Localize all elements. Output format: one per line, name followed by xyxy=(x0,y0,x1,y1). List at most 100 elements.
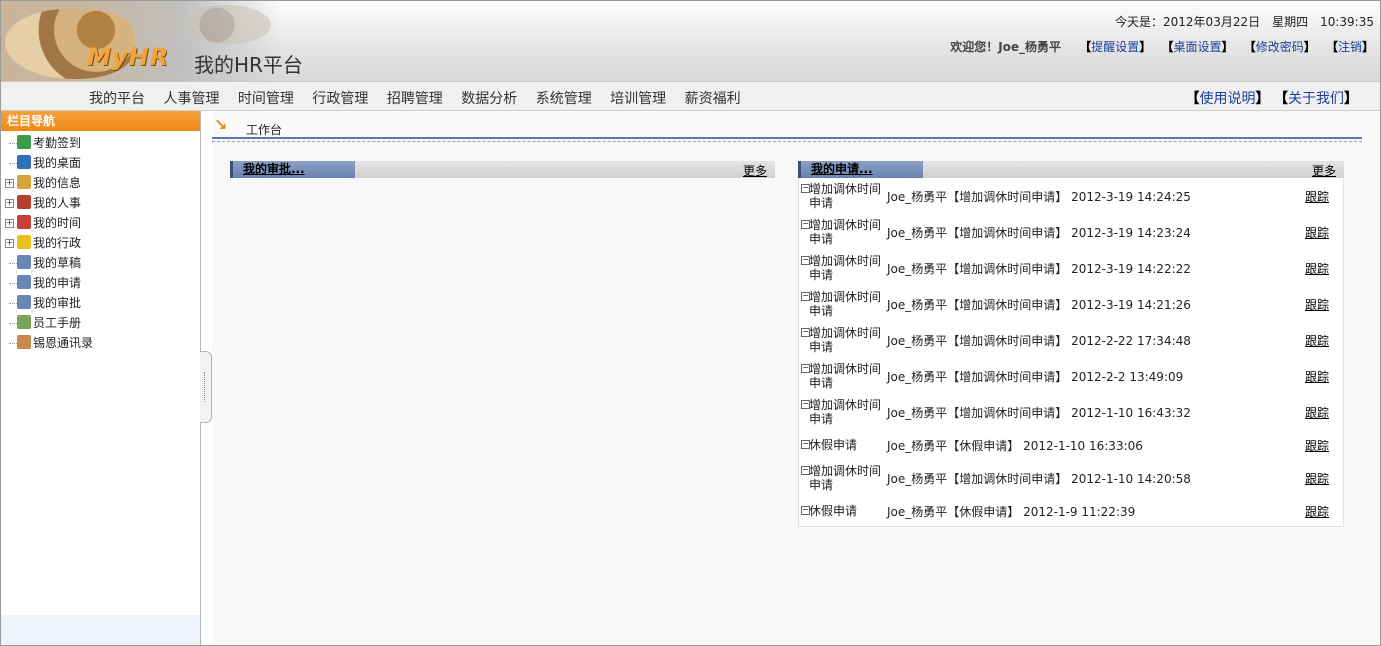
menu-analytics[interactable]: 数据分析 xyxy=(461,91,517,107)
collapse-icon: − xyxy=(801,465,810,475)
expand-icon[interactable]: + xyxy=(5,239,14,248)
tree-connector xyxy=(9,283,17,284)
track-link[interactable]: 跟踪 xyxy=(1305,437,1343,454)
about-link[interactable]: 【关于我们】 xyxy=(1274,91,1358,107)
reminder-settings-link[interactable]: 【提醒设置】 xyxy=(1079,40,1151,54)
application-summary: Joe_杨勇平【增加调休时间申请】 2012-3-19 14:22:22 xyxy=(887,261,1191,276)
application-summary: Joe_杨勇平【休假申请】 2012-1-9 11:22:39 xyxy=(887,504,1136,519)
collapse-icon: − xyxy=(801,255,810,265)
sidebar-item-label: 我的草稿 xyxy=(33,256,82,270)
document-icon xyxy=(17,295,31,309)
collapse-icon: − xyxy=(801,363,810,373)
sidebar-item[interactable]: + 我的行政 xyxy=(1,233,200,253)
sidebar-item[interactable]: + 我的时间 xyxy=(1,213,200,233)
application-type-label: 增加调休时间申请 xyxy=(809,218,882,246)
change-password-link[interactable]: 【修改密码】 xyxy=(1244,40,1316,54)
star-icon xyxy=(17,235,31,249)
list-item: − 休假申请 Joe_杨勇平【休假申请】 2012-1-10 16:33:06 跟踪 xyxy=(799,430,1343,460)
applications-more-link[interactable]: 更多 xyxy=(1312,162,1336,179)
application-type: − 增加调休时间申请 xyxy=(799,362,885,390)
sidebar-item[interactable]: 我的桌面 xyxy=(1,153,200,173)
menu-my-platform[interactable]: 我的平台 xyxy=(89,91,145,107)
header: MyHR 我的HR平台 今天是：2012年03月22日 星期四 10:39:35… xyxy=(1,1,1380,82)
list-item: − 增加调休时间申请 Joe_杨勇平【增加调休时间申请】 2012-3-19 14:… xyxy=(799,178,1343,214)
sidebar-title: 栏目导航 xyxy=(1,111,200,131)
logout-link[interactable]: 【注销】 xyxy=(1326,40,1374,54)
application-summary: Joe_杨勇平【休假申请】 2012-1-10 16:33:06 xyxy=(887,438,1143,453)
sidebar-item[interactable]: + 我的人事 xyxy=(1,193,200,213)
application-summary: Joe_杨勇平【增加调休时间申请】 2012-2-22 17:34:48 xyxy=(887,333,1191,348)
sidebar-item[interactable]: 我的草稿 xyxy=(1,253,200,273)
user-bar: 欢迎您！Joe_杨勇平 【提醒设置】 【桌面设置】 【修改密码】 【注销】 xyxy=(950,38,1374,55)
application-summary: Joe_杨勇平【增加调休时间申请】 2012-3-19 14:21:26 xyxy=(887,297,1191,312)
document-icon xyxy=(17,275,31,289)
track-link[interactable]: 跟踪 xyxy=(1305,368,1343,385)
help-link[interactable]: 【使用说明】 xyxy=(1186,91,1270,107)
pen-icon xyxy=(17,315,31,329)
sidebar-item-label: 员工手册 xyxy=(33,316,82,330)
collapse-icon: − xyxy=(801,505,810,515)
applications-title[interactable]: 我的申请... xyxy=(798,161,923,178)
application-type-label: 增加调休时间申请 xyxy=(809,254,882,282)
sidebar-item[interactable]: 考勤签到 xyxy=(1,133,200,153)
menu-admin[interactable]: 行政管理 xyxy=(312,91,368,107)
sidebar-item-label: 考勤签到 xyxy=(33,136,82,150)
track-link[interactable]: 跟踪 xyxy=(1305,224,1343,241)
user-globe-icon xyxy=(17,155,31,169)
expand-icon[interactable]: + xyxy=(5,199,14,208)
menu-items: 我的平台 人事管理 时间管理 行政管理 招聘管理 数据分析 系统管理 培训管理 … xyxy=(89,88,755,108)
list-item: − 增加调休时间申请 Joe_杨勇平【增加调休时间申请】 2012-2-2 13:4… xyxy=(799,358,1343,394)
sidebar-item[interactable]: 我的审批 xyxy=(1,293,200,313)
track-link[interactable]: 跟踪 xyxy=(1305,188,1343,205)
breadcrumb: 工作台 xyxy=(246,123,283,137)
track-link[interactable]: 跟踪 xyxy=(1305,404,1343,421)
app-window: MyHR 我的HR平台 今天是：2012年03月22日 星期四 10:39:35… xyxy=(0,0,1381,646)
tree-connector xyxy=(9,303,17,304)
application-type: − 增加调休时间申请 xyxy=(799,218,885,246)
sidebar-item-label: 我的人事 xyxy=(33,196,82,210)
breadcrumb-divider-dashed xyxy=(212,141,1362,142)
logo-divider xyxy=(181,47,182,73)
track-link[interactable]: 跟踪 xyxy=(1305,470,1343,487)
sidebar-item[interactable]: + 我的信息 xyxy=(1,173,200,193)
application-type-label: 休假申请 xyxy=(809,438,858,452)
sidebar-item[interactable]: 员工手册 xyxy=(1,313,200,333)
expand-icon[interactable]: + xyxy=(5,179,14,188)
tree-connector xyxy=(9,323,17,324)
track-link[interactable]: 跟踪 xyxy=(1305,332,1343,349)
application-type-label: 增加调休时间申请 xyxy=(809,464,882,492)
track-link[interactable]: 跟踪 xyxy=(1305,296,1343,313)
application-type: − 增加调休时间申请 xyxy=(799,182,885,210)
sidebar-item[interactable]: 锡恩通讯录 xyxy=(1,333,200,353)
expand-icon[interactable]: + xyxy=(5,219,14,228)
application-type: − 休假申请 xyxy=(799,504,885,518)
sidebar-item[interactable]: 我的申请 xyxy=(1,273,200,293)
menu-recruitment[interactable]: 招聘管理 xyxy=(387,91,443,107)
application-summary: Joe_杨勇平【增加调休时间申请】 2012-3-19 14:24:25 xyxy=(887,189,1191,204)
menu-payroll[interactable]: 薪资福利 xyxy=(685,91,741,107)
cheetah-shadow-image xyxy=(181,5,271,45)
applications-list: − 增加调休时间申请 Joe_杨勇平【增加调休时间申请】 2012-3-19 14:… xyxy=(798,178,1344,527)
application-type-label: 增加调休时间申请 xyxy=(809,326,882,354)
list-item: − 休假申请 Joe_杨勇平【休假申请】 2012-1-9 11:22:39 跟踪 xyxy=(799,496,1343,526)
welcome-text: 欢迎您！Joe_杨勇平 xyxy=(950,40,1062,54)
track-link[interactable]: 跟踪 xyxy=(1305,260,1343,277)
logo: MyHR xyxy=(87,43,170,71)
approvals-more-link[interactable]: 更多 xyxy=(743,162,767,179)
menu-training[interactable]: 培训管理 xyxy=(610,91,666,107)
approvals-title[interactable]: 我的审批... xyxy=(230,161,355,178)
application-summary: Joe_杨勇平【增加调休时间申请】 2012-3-19 14:23:24 xyxy=(887,225,1191,240)
menu-time[interactable]: 时间管理 xyxy=(238,91,294,107)
sidebar-collapse-handle[interactable] xyxy=(200,351,212,423)
application-type: − 增加调休时间申请 xyxy=(799,464,885,492)
document-icon xyxy=(17,255,31,269)
sidebar-item-label: 我的信息 xyxy=(33,176,82,190)
menu-system[interactable]: 系统管理 xyxy=(536,91,592,107)
track-link[interactable]: 跟踪 xyxy=(1305,503,1343,520)
collapse-icon: − xyxy=(801,327,810,337)
menu-personnel[interactable]: 人事管理 xyxy=(163,91,219,107)
tree-connector xyxy=(9,163,17,164)
application-type: − 增加调休时间申请 xyxy=(799,290,885,318)
desktop-settings-link[interactable]: 【桌面设置】 xyxy=(1161,40,1233,54)
application-type-label: 增加调休时间申请 xyxy=(809,398,882,426)
